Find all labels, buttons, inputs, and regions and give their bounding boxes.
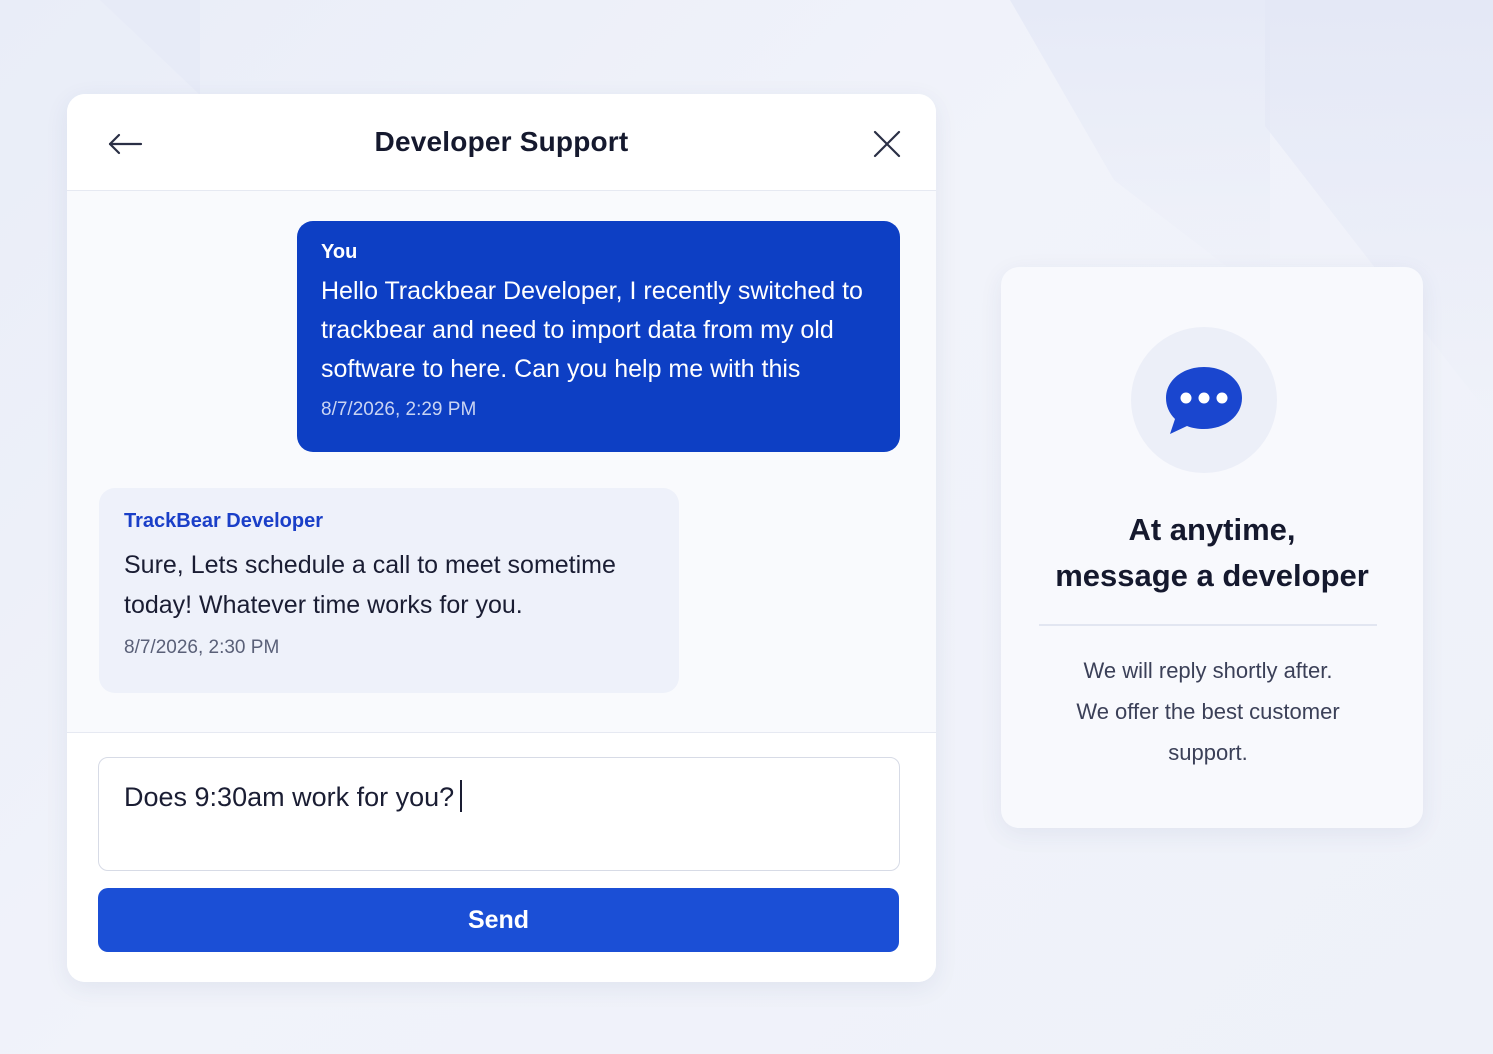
message-sender: TrackBear Developer (124, 510, 324, 532)
info-heading-line: message a developer (1055, 558, 1369, 593)
chat-title: Developer Support (374, 126, 629, 157)
message-input-value: Does 9:30am work for you? (124, 782, 455, 812)
icon-badge (1131, 327, 1277, 473)
info-text-line: We will reply shortly after. (1083, 658, 1333, 683)
divider (1039, 624, 1377, 626)
chat-panel: Developer Support You Hello Trackbear De… (67, 94, 936, 982)
info-description: We will reply shortly after. We offer th… (1041, 650, 1375, 773)
info-heading-line: At anytime, (1128, 512, 1296, 547)
send-button[interactable]: Send (98, 888, 899, 952)
info-heading: At anytime, message a developer (1001, 507, 1423, 599)
background-decoration (100, 0, 200, 95)
info-card: At anytime, message a developer We will … (1001, 267, 1423, 828)
message-text: Hello Trackbear Developer, I recently sw… (321, 277, 863, 383)
message-input[interactable]: Does 9:30am work for you? (98, 757, 900, 871)
close-icon (873, 130, 901, 158)
close-button[interactable] (867, 124, 907, 164)
chat-bubble-icon (1166, 367, 1242, 434)
message-bubble-user: You Hello Trackbear Developer, I recentl… (297, 221, 900, 452)
message-text: Sure, Lets schedule a call to meet somet… (124, 551, 616, 619)
message-sender: You (321, 241, 358, 263)
message-bubble-developer: TrackBear Developer Sure, Lets schedule … (99, 488, 679, 693)
message-timestamp: 8/7/2026, 2:29 PM (321, 399, 477, 420)
background-decoration (1010, 0, 1270, 300)
chat-header: Developer Support (67, 94, 936, 191)
info-text-line: We offer the best customer support. (1076, 699, 1340, 765)
text-caret (460, 780, 463, 812)
message-composer: Does 9:30am work for you? Send (67, 732, 936, 982)
message-list: You Hello Trackbear Developer, I recentl… (67, 191, 936, 732)
message-timestamp: 8/7/2026, 2:30 PM (124, 637, 280, 658)
